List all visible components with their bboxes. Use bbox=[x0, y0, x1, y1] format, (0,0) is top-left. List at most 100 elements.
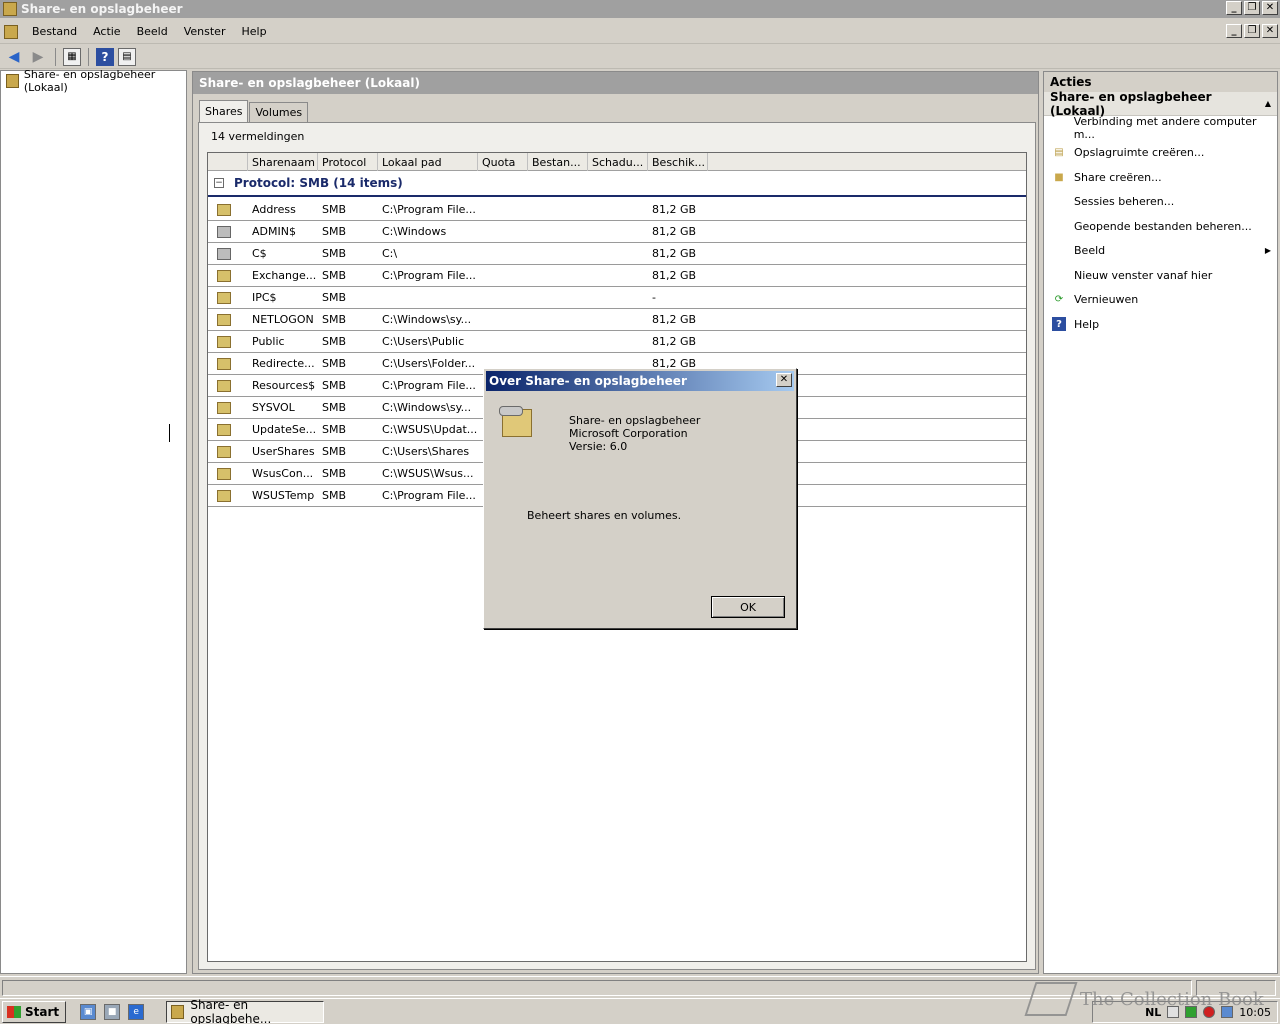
protocol-cell: SMB bbox=[322, 269, 347, 282]
column-beschikbaar[interactable]: Beschik... bbox=[648, 153, 708, 171]
entry-count: 14 vermeldingen bbox=[211, 130, 305, 143]
server-manager-icon[interactable]: ▣ bbox=[80, 1003, 97, 1020]
column-lokaal-pad[interactable]: Lokaal pad bbox=[378, 153, 478, 171]
child-window-controls: _ ❐ ✕ bbox=[1226, 24, 1278, 38]
column-icon[interactable] bbox=[208, 153, 248, 171]
action-item-5[interactable]: Geopende bestanden beheren... bbox=[1044, 214, 1277, 239]
share-name-cell: IPC$ bbox=[252, 291, 277, 304]
taskbar-task-share-manager[interactable]: Share- en opslagbehe... bbox=[166, 998, 325, 1024]
dialog-description: Beheert shares en volumes. bbox=[527, 509, 682, 522]
menu-beeld[interactable]: Beeld bbox=[129, 25, 176, 38]
table-row[interactable]: C$ SMB C:\ 81,2 GB bbox=[208, 243, 1026, 265]
row-icon-cell bbox=[208, 423, 248, 436]
action-item-7[interactable]: Nieuw venster vanaf hier bbox=[1044, 263, 1277, 288]
group-header-smb[interactable]: − Protocol: SMB (14 items) bbox=[208, 171, 1026, 197]
close-button[interactable]: ✕ bbox=[1262, 1, 1278, 15]
action-label: Share creëren... bbox=[1074, 170, 1162, 184]
column-schaduw[interactable]: Schadu... bbox=[588, 153, 648, 171]
column-quota[interactable]: Quota bbox=[478, 153, 528, 171]
action-list: Verbinding met andere computer m... ▤ Opsl… bbox=[1044, 115, 1277, 337]
storage-icon: ▤ bbox=[1054, 147, 1064, 159]
free-space-cell: - bbox=[652, 291, 656, 304]
network-icon[interactable]: ■ bbox=[104, 1003, 121, 1020]
menu-venster[interactable]: Venster bbox=[176, 25, 234, 38]
local-path-cell: C:\Users\Public bbox=[382, 335, 465, 348]
column-sharenaam[interactable]: Sharenaam bbox=[248, 153, 318, 171]
share-folder-icon bbox=[217, 335, 231, 348]
protocol-cell: SMB bbox=[322, 203, 347, 216]
mmc-icon[interactable] bbox=[4, 24, 18, 39]
table-row[interactable]: Address SMB C:\Program File... 81,2 GB bbox=[208, 199, 1026, 221]
collapse-up-icon[interactable]: ▲ bbox=[1265, 99, 1271, 108]
action-label: Sessies beheren... bbox=[1074, 195, 1175, 209]
child-minimize-button[interactable]: _ bbox=[1226, 24, 1242, 38]
share-folder-icon bbox=[217, 313, 231, 326]
menu-bestand[interactable]: Bestand bbox=[24, 25, 85, 38]
window-titlebar: Share- en opslagbeheer _ ❐ ✕ bbox=[0, 0, 1280, 18]
column-protocol[interactable]: Protocol bbox=[318, 153, 378, 171]
alert-icon[interactable] bbox=[1203, 1006, 1216, 1018]
keyboard-icon[interactable] bbox=[1167, 1006, 1180, 1018]
action-item-1[interactable]: Verbinding met andere computer m... bbox=[1044, 115, 1277, 142]
share-folder-icon bbox=[217, 269, 231, 282]
row-icon-cell bbox=[208, 269, 248, 282]
minimize-button[interactable]: _ bbox=[1226, 1, 1242, 15]
share-name-cell: C$ bbox=[252, 247, 267, 260]
share-storage-icon bbox=[499, 406, 532, 437]
tab-shares[interactable]: Shares bbox=[199, 100, 249, 122]
free-space-cell: 81,2 GB bbox=[652, 247, 697, 260]
child-close-button[interactable]: ✕ bbox=[1262, 24, 1278, 38]
menu-help[interactable]: Help bbox=[233, 25, 274, 38]
menu-actie[interactable]: Actie bbox=[85, 25, 129, 38]
share-manager-icon bbox=[171, 1004, 185, 1019]
network-status-icon[interactable] bbox=[1221, 1006, 1234, 1018]
security-icon[interactable] bbox=[1185, 1006, 1198, 1018]
share-icon: ■ bbox=[1054, 171, 1064, 183]
ok-button[interactable]: OK bbox=[711, 596, 785, 618]
row-icon-cell bbox=[208, 313, 248, 326]
help-icon[interactable]: ? bbox=[96, 47, 114, 66]
share-name-cell: ADMIN$ bbox=[252, 225, 296, 238]
action-item-4[interactable]: Sessies beheren... bbox=[1044, 190, 1277, 215]
start-label: Start bbox=[25, 1004, 60, 1019]
action-item-8[interactable]: ⟳ Vernieuwen bbox=[1044, 288, 1277, 313]
share-folder-icon bbox=[217, 489, 231, 502]
tree-item-root[interactable]: Share- en opslagbeheer (Lokaal) bbox=[1, 68, 186, 94]
table-row[interactable]: Exchange... SMB C:\Program File... 81,2 GB bbox=[208, 265, 1026, 287]
row-icon-cell bbox=[208, 247, 248, 260]
show-hide-console-tree-icon[interactable]: ▦ bbox=[63, 47, 81, 66]
table-row[interactable]: IPC$ SMB - bbox=[208, 287, 1026, 309]
toolbar-separator bbox=[88, 47, 89, 66]
actions-section-header[interactable]: Share- en opslagbeheer (Lokaal) ▲ bbox=[1044, 90, 1277, 118]
action-item-3[interactable]: ■ Share creëren... bbox=[1044, 165, 1277, 190]
protocol-cell: SMB bbox=[322, 335, 347, 348]
share-name-cell: NETLOGON bbox=[252, 313, 314, 326]
back-arrow-icon[interactable]: ◀ bbox=[4, 47, 24, 67]
toolbar-separator bbox=[55, 47, 56, 66]
start-button[interactable]: Start bbox=[2, 1000, 67, 1023]
free-space-cell: 81,2 GB bbox=[652, 335, 697, 348]
table-row[interactable]: NETLOGON SMB C:\Windows\sy... 81,2 GB bbox=[208, 309, 1026, 331]
action-item-9[interactable]: ? Help bbox=[1044, 312, 1277, 337]
free-space-cell: 81,2 GB bbox=[652, 269, 697, 282]
row-icon-cell bbox=[208, 357, 248, 370]
table-row[interactable]: Public SMB C:\Users\Public 81,2 GB bbox=[208, 331, 1026, 353]
forward-arrow-icon[interactable]: ▶ bbox=[28, 47, 48, 67]
child-maximize-button[interactable]: ❐ bbox=[1244, 24, 1260, 38]
protocol-cell: SMB bbox=[322, 467, 347, 480]
dialog-version: Versie: 6.0 bbox=[569, 440, 628, 453]
language-indicator[interactable]: NL bbox=[1145, 1006, 1161, 1019]
table-row[interactable]: ADMIN$ SMB C:\Windows 81,2 GB bbox=[208, 221, 1026, 243]
show-hide-action-pane-icon[interactable]: ▤ bbox=[118, 47, 136, 66]
protocol-cell: SMB bbox=[322, 291, 347, 304]
share-folder-icon bbox=[217, 379, 231, 392]
action-label: Verbinding met andere computer m... bbox=[1073, 115, 1257, 142]
column-bestanden[interactable]: Bestan... bbox=[528, 153, 588, 171]
internet-explorer-icon[interactable]: e bbox=[128, 1003, 145, 1020]
maximize-button[interactable]: ❐ bbox=[1244, 1, 1260, 15]
tab-volumes[interactable]: Volumes bbox=[249, 102, 309, 122]
action-item-6[interactable]: Beeld ▶ bbox=[1044, 239, 1277, 264]
dialog-close-button[interactable]: ✕ bbox=[776, 373, 792, 387]
collapse-icon[interactable]: − bbox=[214, 178, 224, 188]
action-item-2[interactable]: ▤ Opslagruimte creëren... bbox=[1044, 141, 1277, 166]
